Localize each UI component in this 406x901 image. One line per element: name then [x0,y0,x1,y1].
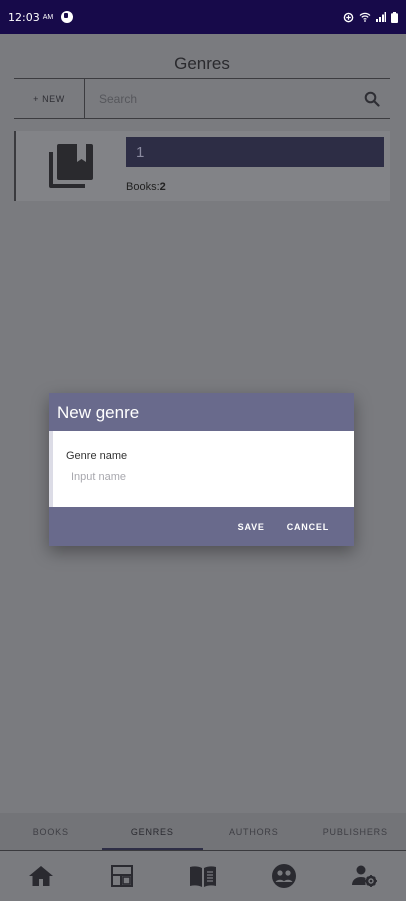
group-icon [272,864,297,888]
dialog-title: New genre [49,393,354,431]
nav-books[interactable] [162,851,243,901]
status-ampm: AM [42,13,54,21]
search-icon[interactable] [354,91,390,107]
search-input[interactable] [85,78,354,119]
genre-card[interactable]: 1 Books:2 [14,131,390,201]
data-saver-icon [343,12,354,22]
signal-icon [376,12,386,22]
save-button[interactable]: SAVE [227,507,276,546]
books-count-value: 2 [159,181,166,193]
books-count-label: Books: [126,181,160,193]
nav-publishers[interactable] [325,851,406,901]
home-icon [28,866,53,886]
genre-name-label: Genre name [66,450,128,462]
new-genre-button[interactable]: + NEW [14,78,85,119]
dashboard-icon [110,865,133,887]
genre-name-input[interactable] [66,467,336,487]
status-time: 12:03 [8,10,40,24]
genre-card-icon-wrap [16,131,126,201]
nav-dashboard[interactable] [81,851,162,901]
tab-authors[interactable]: AUTHORS [203,813,305,850]
battery-icon [391,11,398,23]
nav-home[interactable] [0,851,81,901]
dialog-actions: SAVE CANCEL [49,507,354,546]
genre-books-count: Books:2 [126,181,166,193]
book-open-icon [190,866,216,887]
tab-publishers[interactable]: PUBLISHERS [305,813,406,850]
wifi-icon [359,12,371,22]
new-genre-dialog: New genre Genre name SAVE CANCEL [49,393,354,546]
library-books-icon [49,144,93,188]
bottom-nav [0,851,406,901]
page-title: Genres [14,54,390,79]
notification-app-icon [61,11,74,23]
genres-toolbar: + NEW [14,78,390,119]
dialog-body: Genre name [49,431,354,507]
user-settings-icon [352,865,378,887]
section-tabs: BOOKS GENRES AUTHORS PUBLISHERS [0,813,406,851]
genre-name: 1 [126,137,384,167]
tab-genres[interactable]: GENRES [101,813,204,850]
nav-authors[interactable] [244,851,325,901]
genre-card-info: 1 Books:2 [126,131,390,201]
tab-books[interactable]: BOOKS [0,813,102,850]
cancel-button[interactable]: CANCEL [276,507,340,546]
status-icons [343,11,398,23]
status-bar: 12:03 AM [0,0,406,34]
